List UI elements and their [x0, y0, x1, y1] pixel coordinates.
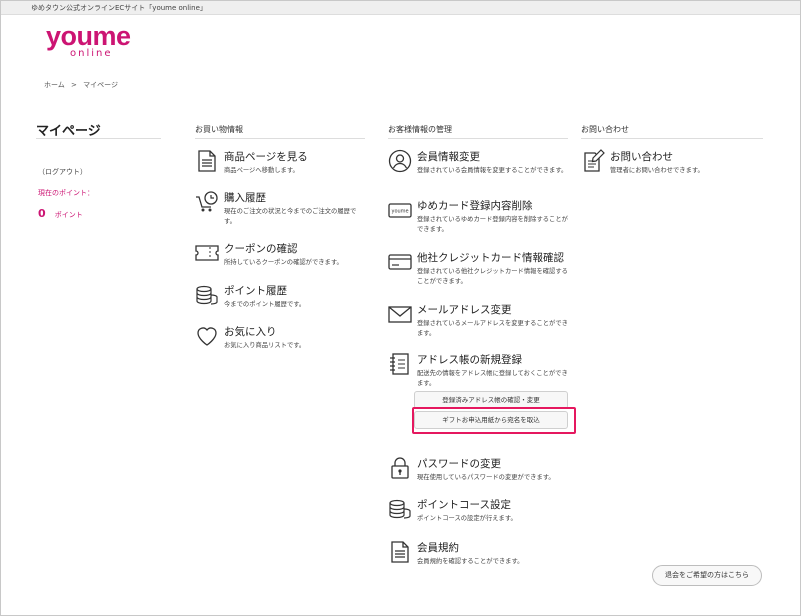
contact-heading: お問い合わせ [581, 125, 629, 134]
coins-icon [389, 499, 411, 519]
contact-link[interactable]: お問い合わせ 管理者にお問い合わせできます。 [581, 149, 763, 179]
item-title: お気に入り [224, 326, 277, 338]
password-change-link[interactable]: パスワードの変更 現在使用しているパスワードの変更ができます。 [388, 456, 572, 486]
logout-link[interactable]: （ログアウト） [38, 167, 87, 177]
item-desc: お気に入り商品リストです。 [224, 342, 306, 349]
address-book-register-link[interactable]: アドレス帳の新規登録 配送先の情報をアドレス帳に登録しておくことができます。 [388, 352, 572, 388]
member-terms-link[interactable]: 会員規約 会員規約を確認することができます。 [388, 540, 572, 570]
item-desc: 今までのポイント履歴です。 [224, 301, 306, 308]
divider [581, 138, 763, 139]
divider [195, 138, 365, 139]
point-history-link[interactable]: ポイント履歴 今までのポイント履歴です。 [195, 283, 365, 313]
point-course-link[interactable]: ポイントコース設定 ポイントコースの設定が行えます。 [388, 497, 572, 527]
logo-sub: online [70, 48, 113, 59]
points-label: 現在のポイント： [38, 189, 94, 197]
credit-card-info-link[interactable]: 他社クレジットカード情報確認 登録されている他社クレジットカード情報を確認するこ… [388, 250, 572, 286]
coupon-icon [195, 245, 219, 261]
address-book-icon [390, 353, 409, 375]
item-title: メールアドレス変更 [417, 304, 512, 316]
credit-card-icon [388, 254, 412, 270]
email-change-link[interactable]: メールアドレス変更 登録されているメールアドレスを変更することができます。 [388, 302, 572, 338]
item-desc: 登録されているゆめカード登録内容を削除することができます。 [417, 216, 568, 233]
item-desc: 登録されている他社クレジットカード情報を確認することができます。 [417, 268, 568, 285]
item-desc: ポイントコースの設定が行えます。 [417, 515, 517, 522]
customer-heading: お客様情報の管理 [388, 125, 452, 134]
site-header-bar: ゆめタウン公式オンラインECサイト「youme online」 [1, 1, 800, 15]
points-unit: ポイント [54, 211, 83, 219]
svg-text:youme: youme [392, 209, 409, 215]
divider [36, 138, 161, 139]
youme-card-icon: youme [388, 203, 412, 218]
item-desc: 所持しているクーポンの確認ができます。 [224, 259, 343, 266]
item-desc: 現在のご注文の状況と今までのご注文の履歴です。 [224, 208, 357, 225]
item-desc: 管理者にお問い合わせできます。 [610, 167, 704, 174]
youme-card-delete-link[interactable]: youme ゆめカード登録内容削除 登録されているゆめカード登録内容を削除するこ… [388, 198, 572, 234]
item-title: 他社クレジットカード情報確認 [417, 252, 564, 264]
product-page-link[interactable]: 商品ページを見る 商品ページへ移動します。 [195, 149, 365, 185]
item-title: ポイント履歴 [224, 285, 287, 297]
item-title: お問い合わせ [610, 151, 673, 163]
breadcrumb-current: マイページ [83, 81, 119, 89]
lock-icon [391, 457, 409, 479]
coins-icon [196, 285, 218, 305]
item-desc: 商品ページへ移動します。 [224, 167, 299, 174]
item-desc: 登録されている会員情報を変更することができます。 [417, 167, 568, 174]
member-info-change-link[interactable]: 会員情報変更 登録されている会員情報を変更することができます。 [388, 149, 572, 185]
item-desc: 配送先の情報をアドレス帳に登録しておくことができます。 [417, 370, 568, 387]
breadcrumb-separator: > [71, 81, 77, 89]
item-title: 購入履歴 [224, 192, 266, 204]
edit-document-icon [584, 149, 605, 172]
cart-clock-icon [196, 191, 218, 212]
points-display: 0 ポイント [38, 202, 83, 221]
envelope-icon [388, 306, 412, 323]
site-header-text: ゆめタウン公式オンラインECサイト「youme online」 [31, 4, 207, 12]
highlight-box [412, 407, 576, 434]
points-value: 0 [38, 207, 46, 220]
breadcrumb-home[interactable]: ホーム [44, 81, 65, 89]
item-title: 商品ページを見る [224, 151, 308, 163]
item-title: 会員規約 [417, 542, 459, 554]
item-title: ゆめカード登録内容削除 [417, 200, 533, 212]
divider [388, 138, 568, 139]
item-title: 会員情報変更 [417, 151, 480, 163]
shopping-heading: お買い物情報 [195, 125, 243, 134]
item-desc: 登録されているメールアドレスを変更することができます。 [417, 320, 568, 337]
page-title: マイページ [36, 124, 101, 139]
breadcrumb: ホーム > マイページ [44, 80, 118, 90]
document-icon [198, 150, 216, 172]
item-desc: 現在使用しているパスワードの変更ができます。 [417, 474, 555, 481]
logo-main: youme [46, 21, 131, 51]
item-desc: 会員規約を確認することができます。 [417, 558, 524, 565]
favorites-link[interactable]: お気に入り お気に入り商品リストです。 [195, 324, 365, 354]
youme-online-logo[interactable]: youme online [46, 21, 150, 60]
document-icon [391, 541, 409, 563]
purchase-history-link[interactable]: 購入履歴 現在のご注文の状況と今までのご注文の履歴です。 [195, 190, 367, 226]
item-title: クーポンの確認 [224, 243, 298, 255]
user-icon [388, 149, 412, 173]
item-title: ポイントコース設定 [417, 499, 511, 511]
heart-icon [197, 327, 217, 346]
item-title: パスワードの変更 [417, 458, 501, 470]
item-title: アドレス帳の新規登録 [417, 354, 522, 366]
withdraw-button[interactable]: 退会をご希望の方はこちら [652, 565, 762, 586]
coupon-link[interactable]: クーポンの確認 所持しているクーポンの確認ができます。 [195, 241, 365, 271]
